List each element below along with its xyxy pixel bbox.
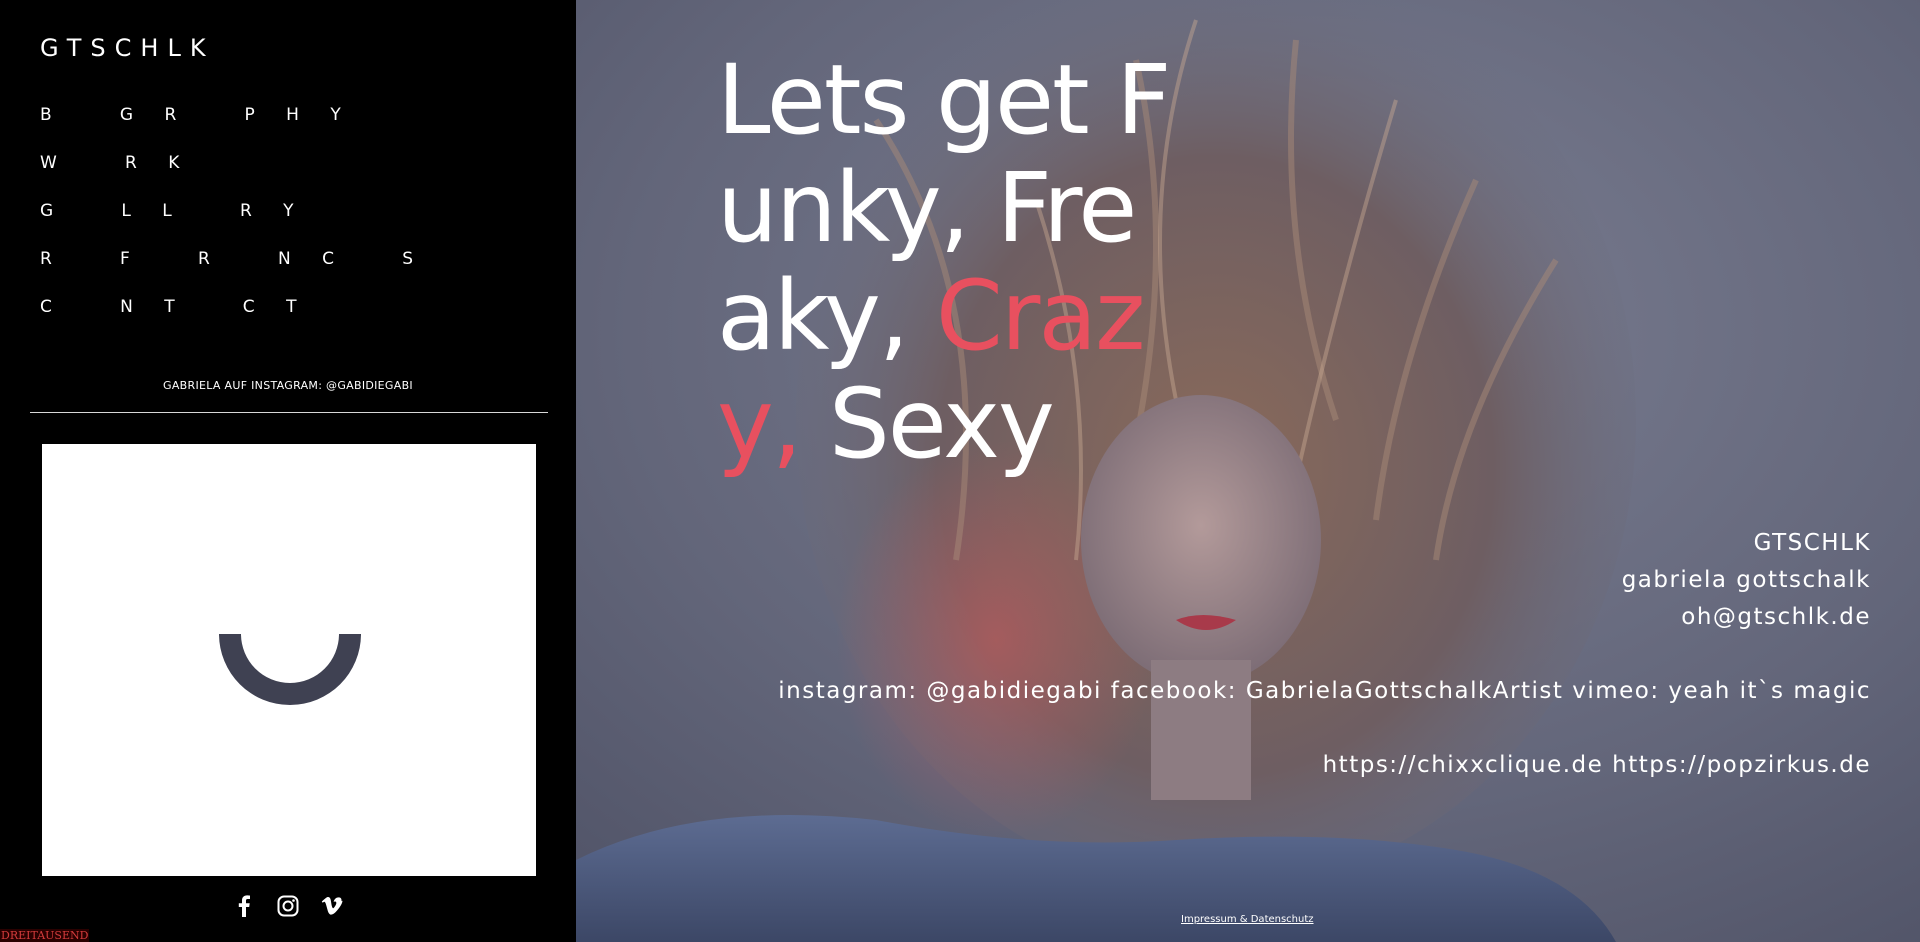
- contact-brand: GTSCHLK: [1753, 530, 1871, 556]
- nav-item-contact[interactable]: C N T C T: [40, 295, 426, 343]
- headline-line-3-text: aky,: [717, 260, 936, 372]
- instagram-icon[interactable]: [276, 894, 300, 918]
- instagram-feed-widget: [42, 444, 536, 876]
- facebook-icon[interactable]: [232, 894, 256, 918]
- headline-line-3: aky, Craz: [717, 262, 1197, 370]
- headline-line-4: y, Sexy: [717, 370, 1197, 478]
- headline-line-4-text: Sexy: [800, 368, 1055, 480]
- nav-item-references[interactable]: R F R N C S: [40, 247, 426, 295]
- hero-headline: Lets get F unky, Fre aky, Craz y, Sexy: [717, 46, 1197, 478]
- contact-instagram-link[interactable]: instagram: @gabidiegabi: [778, 678, 1102, 704]
- hero-section: Lets get F unky, Fre aky, Craz y, Sexy G…: [576, 0, 1920, 942]
- contact-website-link-2[interactable]: https://popzirkus.de: [1612, 752, 1871, 778]
- page: GTSCHLK B G R P H Y W R K G L L R Y R F …: [0, 0, 1920, 942]
- headline-line-2: unky, Fre: [717, 152, 1137, 264]
- contact-website-link-1[interactable]: https://chixxclique.de: [1323, 752, 1604, 778]
- headline-accent-text-2: y,: [717, 368, 802, 480]
- contact-name: gabriela gottschalk: [1621, 567, 1871, 593]
- headline-line-1: Lets get F: [717, 44, 1171, 156]
- vimeo-icon[interactable]: [320, 894, 344, 918]
- sidebar: GTSCHLK B G R P H Y W R K G L L R Y R F …: [0, 0, 576, 942]
- contact-email-link[interactable]: oh@gtschlk.de: [1681, 604, 1871, 630]
- corner-label: DREITAUSEND: [0, 929, 90, 942]
- nav-item-work[interactable]: W R K: [40, 151, 426, 199]
- instagram-heading: GABRIELA AUF INSTAGRAM: @GABIDIEGABI: [163, 379, 413, 392]
- contact-facebook-link[interactable]: facebook: GabrielaGottschalkArtist: [1111, 678, 1564, 704]
- main-nav: B G R P H Y W R K G L L R Y R F R N C S …: [40, 103, 426, 343]
- nav-item-gallery[interactable]: G L L R Y: [40, 199, 426, 247]
- site-logo[interactable]: GTSCHLK: [40, 34, 215, 62]
- divider: [30, 412, 548, 413]
- headline-accent-text: Craz: [935, 260, 1146, 372]
- nav-item-biography[interactable]: B G R P H Y: [40, 103, 426, 151]
- loading-spinner-icon: [219, 634, 361, 705]
- contact-vimeo-link[interactable]: vimeo: yeah it`s magic: [1572, 678, 1871, 704]
- social-links: [0, 894, 576, 918]
- impressum-link[interactable]: Impressum & Datenschutz: [1181, 914, 1314, 925]
- contact-block: GTSCHLK gabriela gottschalk oh@gtschlk.d…: [778, 525, 1871, 784]
